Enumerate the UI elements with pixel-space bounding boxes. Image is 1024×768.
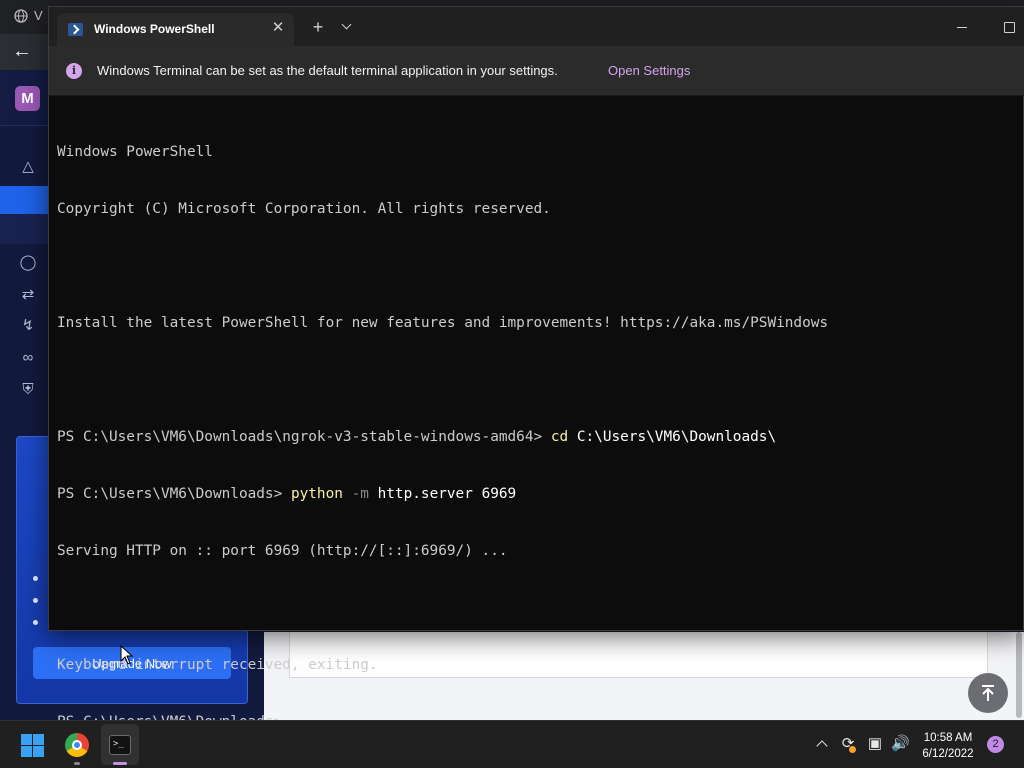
prompt-text: PS C:\Users\VM6\Downloads\ngrok-v3-stabl… [57,429,551,445]
transfer-arrows-icon[interactable]: ⇄ [18,285,38,305]
shield-icon[interactable]: ⛨ [18,380,38,400]
maximize-button[interactable] [996,16,1022,38]
chevron-down-icon[interactable] [338,18,356,36]
tab-windows-powershell[interactable]: Windows PowerShell ✕ [57,13,294,46]
command-name: cd [550,429,569,445]
workspace-avatar[interactable]: M [15,86,40,111]
promo-bullet [33,576,38,581]
tab-title: Windows PowerShell [94,22,215,36]
globe-nav-icon[interactable]: ◯ [18,253,38,273]
default-terminal-infobar: i Windows Terminal can be set as the def… [49,46,1024,96]
back-arrow-icon[interactable]: ← [12,41,32,61]
close-tab-icon[interactable]: ✕ [268,18,288,38]
link-icon[interactable]: ∞ [18,348,38,368]
infobar-message: Windows Terminal can be set as the defau… [97,63,558,78]
output-line: Copyright (C) Microsoft Corporation. All… [57,201,551,217]
sync-status-dot [849,746,856,753]
running-indicator [74,762,80,765]
powershell-icon [68,23,83,36]
notification-badge[interactable]: 2 [987,736,1004,753]
clock[interactable]: 10:58 AM 6/12/2022 [914,730,982,762]
chrome-icon[interactable] [65,733,89,757]
command-argument: 6969 [481,486,517,502]
command-line: PS C:\Users\VM6\Downloads> python -m htt… [57,485,1012,504]
prompt-text: PS C:\Users\VM6\Downloads> [57,486,291,502]
lightning-icon[interactable]: ↯ [18,316,38,336]
time: 10:58 AM [923,732,973,744]
tray-overflow-chevron-icon[interactable] [817,739,827,749]
terminal-icon: >_ [109,735,131,755]
rocket-icon[interactable]: △ [18,157,38,177]
command-flag: -m [342,486,369,502]
date: 6/12/2022 [922,748,974,760]
minimize-button[interactable] [949,16,975,38]
info-icon: i [66,63,82,79]
promo-bullet [33,598,38,603]
open-settings-link[interactable]: Open Settings [608,63,690,78]
command-argument: http.server [368,486,482,502]
terminal-window: Windows PowerShell ✕ + i Windows Termina… [48,6,1024,730]
command-name: python [290,486,343,502]
output-line: Windows PowerShell [57,144,213,160]
terminal-title-bar[interactable]: Windows PowerShell ✕ + [49,7,1024,46]
network-icon[interactable]: ▣ [866,735,884,753]
mouse-cursor-icon [120,645,134,665]
output-line: Serving HTTP on :: port 6969 (http://[::… [57,543,508,559]
terminal-output[interactable]: Windows PowerShell Copyright (C) Microso… [57,105,1012,768]
command-argument: C:\Users\VM6\Downloads\ [568,429,777,445]
globe-icon [14,8,28,23]
command-line: PS C:\Users\VM6\Downloads\ngrok-v3-stabl… [57,428,1012,447]
windows-start-icon[interactable] [21,734,44,757]
active-indicator [113,762,127,765]
promo-bullet [33,620,38,625]
taskbar: >_ ⟳ ▣ 🔊 10:58 AM 6/12/2022 2 [0,720,1024,768]
volume-icon[interactable]: 🔊 [891,735,910,753]
browser-tab-title: V [34,8,43,23]
screen: V ← M △ ◯ ⇄ ↯ ∞ ⛨ Upgrade Now Windows Po… [0,0,1024,768]
output-line: Install the latest PowerShell for new fe… [57,315,829,331]
browser-tab[interactable]: V [14,8,43,23]
page-scrollbar[interactable] [1016,632,1022,718]
new-tab-button[interactable]: + [307,16,329,38]
output-line: Keyboard interrupt received, exiting. [57,657,378,673]
